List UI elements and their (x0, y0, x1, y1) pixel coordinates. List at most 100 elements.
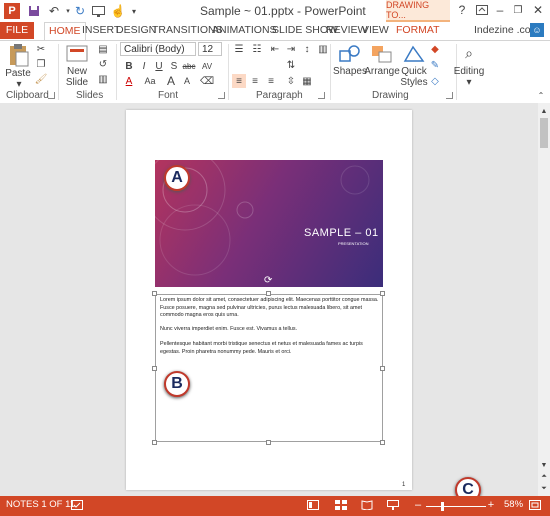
copy-icon[interactable]: ❐ (34, 57, 48, 71)
reading-view-icon[interactable] (360, 498, 374, 512)
strikethrough-button[interactable]: abc (182, 59, 196, 73)
binoculars-icon[interactable]: ⌕ (460, 44, 478, 62)
restore-button[interactable]: ❐ (508, 2, 528, 18)
line-spacing-icon[interactable]: ↕ (300, 42, 314, 56)
align-text-icon[interactable]: ⇳ (284, 74, 298, 88)
callout-a: A (164, 165, 190, 191)
layout-icon[interactable]: ▤ (96, 42, 110, 56)
paste-icon[interactable] (6, 42, 32, 68)
shapes-icon[interactable] (338, 44, 362, 64)
zoom-slider-thumb[interactable] (441, 502, 444, 511)
font-size-select[interactable]: 12 (198, 42, 222, 56)
resize-handle[interactable] (380, 291, 385, 296)
font-launcher-icon[interactable] (218, 92, 225, 99)
font-color-button[interactable]: A (122, 74, 136, 88)
tab-file[interactable]: FILE (0, 22, 34, 39)
normal-view-icon[interactable] (306, 498, 320, 512)
change-case-button[interactable]: Aa (143, 74, 157, 88)
page-number: 1 (402, 482, 406, 488)
quick-styles-label-line2[interactable]: Styles (396, 77, 432, 88)
help-button[interactable]: ? (452, 2, 472, 18)
decrease-indent-icon[interactable]: ⇤ (268, 42, 282, 56)
clear-formatting-icon[interactable]: ⌫ (200, 74, 214, 88)
ribbon-display-options-icon[interactable] (472, 2, 492, 18)
reset-icon[interactable]: ↺ (96, 57, 110, 71)
zoom-in-button[interactable]: + (484, 498, 498, 512)
scroll-up-icon[interactable]: ▲ (538, 104, 550, 118)
quick-styles-label-line1[interactable]: Quick (398, 66, 430, 77)
zoom-slider[interactable] (426, 506, 486, 507)
zoom-out-button[interactable]: – (411, 498, 425, 512)
clipboard-launcher-icon[interactable] (48, 92, 55, 99)
italic-button[interactable]: I (137, 59, 151, 73)
minimize-button[interactable]: – (490, 2, 510, 18)
new-slide-label-line1[interactable]: New (62, 66, 92, 77)
group-label-drawing: Drawing (372, 90, 409, 101)
arrange-button[interactable]: Arrange (364, 66, 400, 77)
resize-handle[interactable] (266, 440, 271, 445)
rotate-handle-icon[interactable]: ⟳ (264, 276, 274, 286)
font-family-select[interactable]: Calibri (Body) (120, 42, 196, 56)
paste-button[interactable]: Paste (4, 68, 32, 79)
from-beginning-icon[interactable] (90, 3, 106, 19)
quick-styles-icon[interactable] (402, 44, 426, 64)
customize-qat-icon[interactable]: ▾ (126, 3, 142, 19)
group-separator (116, 44, 117, 100)
next-slide-icon[interactable]: ⏷ (538, 482, 550, 496)
vertical-scrollbar[interactable] (538, 103, 550, 496)
shape-outline-icon[interactable]: ✎ (428, 58, 442, 72)
drawing-launcher-icon[interactable] (446, 92, 453, 99)
page-indicator[interactable]: NOTES 1 OF 11 (6, 499, 75, 510)
cut-icon[interactable]: ✂ (34, 42, 48, 56)
format-painter-icon[interactable]: 🖌 (34, 72, 48, 86)
resize-handle[interactable] (152, 440, 157, 445)
new-slide-icon[interactable] (66, 44, 88, 64)
bold-button[interactable]: B (122, 59, 136, 73)
underline-button[interactable]: U (152, 59, 166, 73)
shadow-button[interactable]: S (167, 59, 181, 73)
tab-format[interactable]: FORMAT (392, 22, 444, 39)
smartart-icon[interactable]: ▦ (300, 74, 314, 88)
slide-subtitle: PRESENTATION (338, 241, 369, 246)
resize-handle[interactable] (152, 291, 157, 296)
paragraph-launcher-icon[interactable] (318, 92, 325, 99)
collapse-ribbon-icon[interactable]: ⌃ (534, 88, 548, 102)
resize-handle[interactable] (266, 291, 271, 296)
section-icon[interactable]: ▥ (96, 72, 110, 86)
fit-slide-icon[interactable] (528, 498, 542, 512)
touch-mode-icon[interactable]: ☝ (110, 3, 126, 19)
tab-view[interactable]: VIEW (358, 22, 393, 39)
align-right-icon[interactable]: ≡ (264, 74, 278, 88)
increase-font-button[interactable]: A (164, 74, 178, 88)
save-icon[interactable] (26, 3, 42, 19)
arrange-icon[interactable] (370, 44, 394, 64)
columns-icon[interactable]: ▥ (316, 42, 330, 56)
bullets-icon[interactable]: ☰ (232, 42, 246, 56)
redo-icon[interactable]: ↻ (72, 3, 88, 19)
shape-effects-icon[interactable]: ◇ (428, 74, 442, 88)
spelling-check-icon[interactable] (70, 498, 84, 512)
shapes-button[interactable]: Shapes (333, 66, 367, 77)
numbering-icon[interactable]: ☷ (250, 42, 264, 56)
resize-handle[interactable] (380, 366, 385, 371)
resize-handle[interactable] (380, 440, 385, 445)
resize-handle[interactable] (152, 366, 157, 371)
scrollbar-thumb[interactable] (540, 118, 548, 148)
paste-dropdown-icon[interactable]: ▾ (14, 79, 24, 90)
editing-button[interactable]: Editing (452, 66, 486, 77)
slide-sorter-icon[interactable] (334, 498, 348, 512)
align-center-icon[interactable]: ≡ (248, 74, 262, 88)
increase-indent-icon[interactable]: ⇥ (284, 42, 298, 56)
close-button[interactable]: ✕ (528, 2, 548, 18)
shape-fill-icon[interactable]: ◆ (428, 42, 442, 56)
slide-show-icon[interactable] (386, 498, 400, 512)
editing-dropdown-icon[interactable]: ▾ (464, 77, 474, 88)
group-label-clipboard: Clipboard (6, 90, 49, 101)
account-icon[interactable]: ☺ (530, 23, 544, 37)
decrease-font-button[interactable]: A (180, 74, 194, 88)
zoom-level[interactable]: 58% (504, 499, 523, 510)
character-spacing-button[interactable]: AV (200, 59, 214, 73)
align-left-icon[interactable]: ≡ (232, 74, 246, 88)
text-direction-icon[interactable]: ⇅ (284, 58, 298, 72)
new-slide-label-line2[interactable]: Slide (60, 77, 94, 88)
